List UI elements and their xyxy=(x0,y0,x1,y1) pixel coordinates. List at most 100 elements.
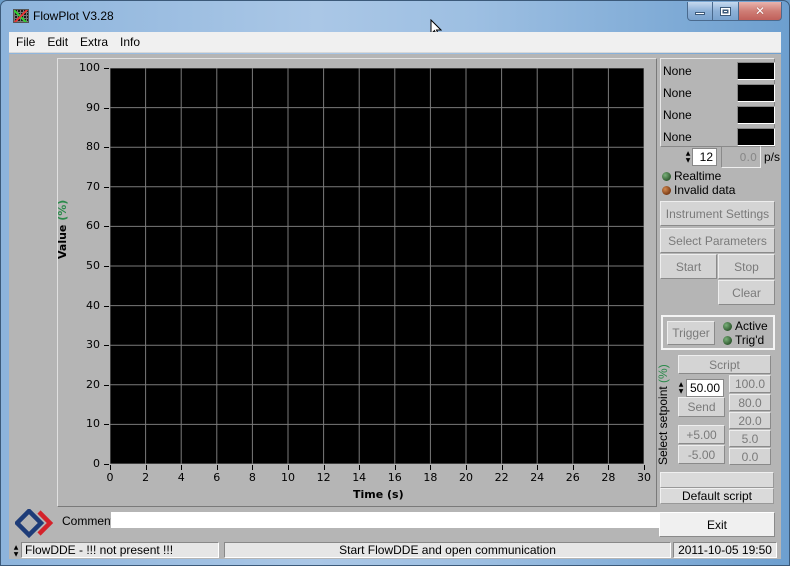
status-spinner[interactable]: ▲ ▼ xyxy=(12,542,20,560)
x-tick-label: 20 xyxy=(459,471,473,484)
menu-edit[interactable]: Edit xyxy=(42,35,73,49)
channel-label: None xyxy=(663,86,692,100)
menu-file[interactable]: File xyxy=(11,35,40,49)
x-tick-label: 8 xyxy=(248,471,256,484)
y-tick-label: 50 xyxy=(86,259,100,272)
script-name-field[interactable] xyxy=(660,472,774,488)
spin-down-icon[interactable]: ▼ xyxy=(679,388,684,395)
minimize-button[interactable] xyxy=(687,2,713,21)
maximize-icon xyxy=(720,6,731,16)
minimize-icon xyxy=(695,12,705,15)
active-led-icon xyxy=(723,321,732,331)
y-tick-mark xyxy=(104,107,109,109)
graph-panel: Value (%) 0 10 20 30 40 50 60 70 80 90 100 0 2 4 6 8 10… xyxy=(56,58,657,507)
x-tick-mark xyxy=(359,465,361,470)
channel-color-swatch[interactable] xyxy=(737,128,775,146)
minus-five-button[interactable]: -5.00 xyxy=(678,445,725,464)
active-indicator: Active xyxy=(723,319,768,333)
x-tick-mark xyxy=(394,465,396,470)
plus-five-button[interactable]: +5.00 xyxy=(678,425,725,444)
spin-down-icon[interactable]: ▼ xyxy=(686,157,691,164)
realtime-led-icon xyxy=(662,171,671,181)
y-axis-title-unit: (%) xyxy=(56,199,69,221)
channel-color-swatch[interactable] xyxy=(737,84,775,102)
instrument-settings-button[interactable]: Instrument Settings xyxy=(660,201,775,226)
channel-row[interactable]: None xyxy=(663,61,775,81)
rate-display: 0.0 xyxy=(721,146,761,168)
menu-info[interactable]: Info xyxy=(115,35,145,49)
spin-down-icon[interactable]: ▼ xyxy=(14,551,19,558)
trigger-button[interactable]: Trigger xyxy=(667,321,715,345)
x-tick-label: 4 xyxy=(177,471,185,484)
channel-label: None xyxy=(663,108,692,122)
x-tick-mark xyxy=(537,465,539,470)
active-label: Active xyxy=(735,319,768,333)
title-bar[interactable]: FlowPlot V3.28 ✕ xyxy=(1,1,789,33)
points-spinner[interactable]: ▲ ▼ xyxy=(684,148,692,166)
menu-bar: File Edit Extra Info xyxy=(9,32,781,53)
channel-label: None xyxy=(663,64,692,78)
comment-input[interactable] xyxy=(111,512,659,528)
x-tick-label: 6 xyxy=(213,471,221,484)
x-tick-label: 0 xyxy=(106,471,114,484)
y-tick-label: 40 xyxy=(86,298,100,312)
trigd-label: Trig'd xyxy=(735,333,765,347)
status-bar: ▲ ▼ FlowDDE - !!! not present !!! Start F… xyxy=(9,540,781,559)
app-window: FlowPlot V3.28 ✕ File Edit Extra Info Va… xyxy=(0,0,790,566)
stop-button[interactable]: Stop xyxy=(718,254,775,279)
setpoint-title-unit: (%) xyxy=(656,364,670,383)
x-tick-mark xyxy=(501,465,503,470)
close-icon: ✕ xyxy=(754,4,766,18)
send-button[interactable]: Send xyxy=(678,397,725,417)
x-tick-label: 18 xyxy=(423,471,438,484)
y-tick-mark xyxy=(104,424,109,426)
y-tick-mark xyxy=(104,186,109,188)
x-tick-mark xyxy=(145,465,147,470)
preset-button[interactable]: 5.0 xyxy=(729,430,771,447)
spin-up-icon[interactable]: ▲ xyxy=(686,150,691,157)
spin-up-icon[interactable]: ▲ xyxy=(679,381,684,388)
plot-area[interactable] xyxy=(110,68,644,464)
preset-button[interactable]: 100.0 xyxy=(729,375,771,393)
x-tick-label: 24 xyxy=(530,471,545,484)
preset-button[interactable]: 20.0 xyxy=(729,412,771,429)
y-tick-mark xyxy=(104,464,109,465)
menu-extra[interactable]: Extra xyxy=(75,35,113,49)
spin-up-icon[interactable]: ▲ xyxy=(14,544,19,551)
channel-color-swatch[interactable] xyxy=(737,62,775,80)
script-button[interactable]: Script xyxy=(678,355,771,374)
channel-color-swatch[interactable] xyxy=(737,106,775,124)
channel-row[interactable]: None xyxy=(663,83,775,103)
window-title: FlowPlot V3.28 xyxy=(33,9,114,23)
start-button[interactable]: Start xyxy=(660,254,717,279)
channel-row[interactable]: None xyxy=(663,127,775,147)
y-tick-mark xyxy=(104,68,109,69)
select-parameters-button[interactable]: Select Parameters xyxy=(660,228,775,253)
preset-button[interactable]: 80.0 xyxy=(729,394,771,411)
trigd-indicator: Trig'd xyxy=(723,333,764,347)
close-button[interactable]: ✕ xyxy=(739,2,782,21)
x-tick-label: 10 xyxy=(281,471,295,484)
rate-control: ▲ ▼ 12 0.0 p/s xyxy=(684,146,780,168)
status-connection: FlowDDE - !!! not present !!! xyxy=(21,542,219,558)
channel-row[interactable]: None xyxy=(663,105,775,125)
clear-button[interactable]: Clear xyxy=(718,280,775,305)
setpoint-input[interactable]: 50.00 xyxy=(686,379,724,397)
realtime-label: Realtime xyxy=(674,169,722,183)
maximize-button[interactable] xyxy=(713,2,739,21)
app-logo-icon xyxy=(13,9,29,23)
y-tick-label: 80 xyxy=(86,140,100,154)
y-tick-mark xyxy=(104,266,109,267)
setpoint-spinner[interactable]: ▲ ▼ xyxy=(677,379,685,397)
rate-unit: p/s xyxy=(764,150,781,164)
x-tick-mark xyxy=(572,465,574,470)
preset-button[interactable]: 0.0 xyxy=(729,448,771,465)
points-input[interactable]: 12 xyxy=(692,148,717,166)
left-strip xyxy=(9,58,57,508)
default-script-field[interactable]: Default script xyxy=(660,488,774,504)
status-message: Start FlowDDE and open communication xyxy=(224,542,671,558)
exit-button[interactable]: Exit xyxy=(659,512,775,537)
x-tick-mark xyxy=(323,465,325,470)
y-tick-label: 90 xyxy=(86,100,100,114)
invalid-data-indicator: Invalid data xyxy=(662,183,735,197)
